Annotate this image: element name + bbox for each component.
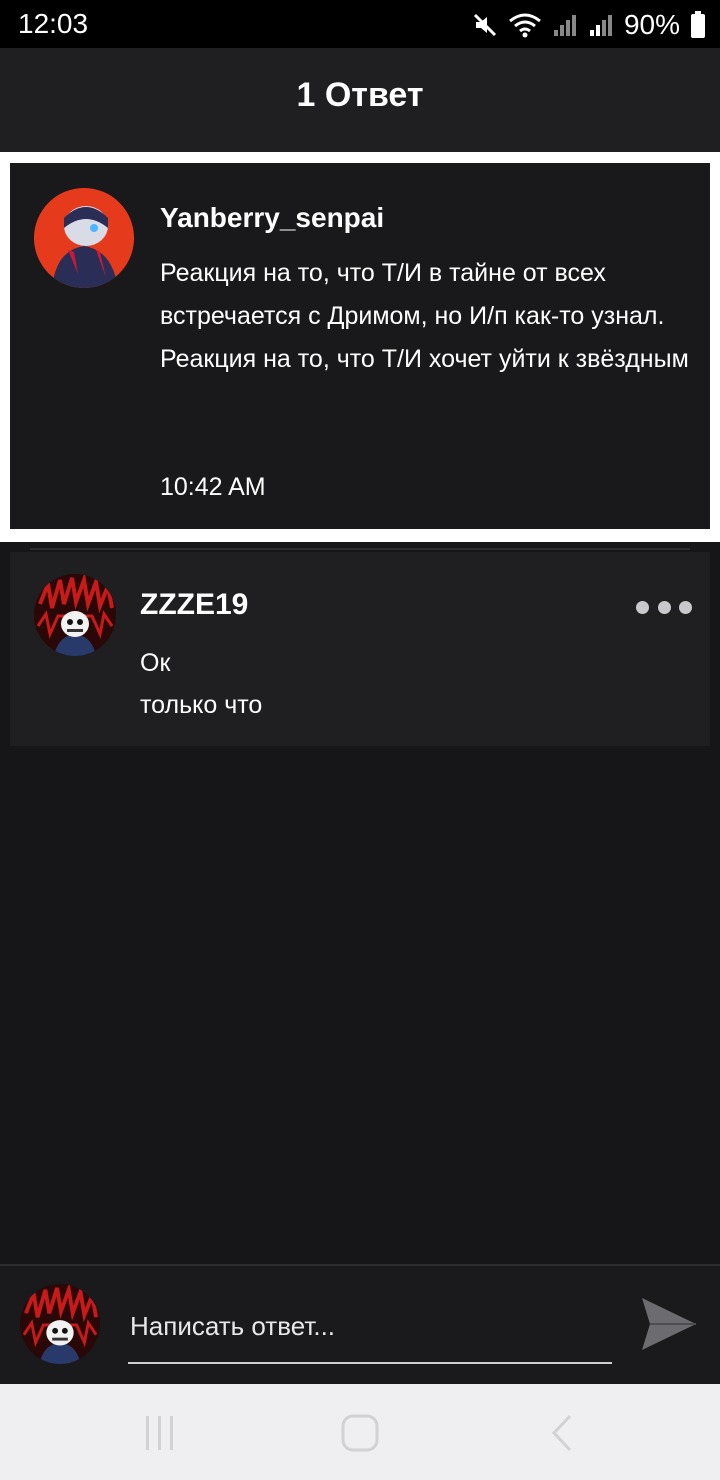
signal-icon <box>589 15 612 36</box>
reply-item <box>10 552 710 746</box>
recents-icon[interactable] <box>142 1410 178 1456</box>
post-text-content: Реакция на то, что Т/И в тайне от всех в… <box>160 259 689 373</box>
reply-input[interactable] <box>128 1300 612 1364</box>
divider <box>30 548 690 550</box>
post-timestamp: 10:42 AM <box>160 473 266 501</box>
post-author-avatar[interactable] <box>34 188 134 288</box>
page-title: 1 Ответ <box>296 76 424 114</box>
status-bar: 12:03 90% <box>0 0 720 48</box>
battery-icon <box>691 11 705 38</box>
app-header: 1 Ответ <box>0 48 720 152</box>
reply-text: Ок <box>140 649 171 677</box>
signal-icon <box>553 15 576 36</box>
more-dots-icon[interactable] <box>636 594 692 620</box>
status-icons: 90% <box>472 8 706 42</box>
send-icon[interactable] <box>640 1296 698 1352</box>
back-icon[interactable] <box>548 1410 576 1456</box>
post-text: Реакция на то, что Т/И в тайне от всех в… <box>160 252 690 381</box>
reply-timestamp: только что <box>140 691 263 719</box>
current-user-avatar <box>20 1284 100 1364</box>
post-author-name[interactable]: Yanberry_senpai <box>160 202 384 234</box>
reply-author-avatar[interactable] <box>34 574 116 656</box>
mute-icon <box>473 13 497 37</box>
more-dot <box>636 600 649 614</box>
status-time: 12:03 <box>18 8 89 39</box>
reply-author-name[interactable]: ZZZE19 <box>140 588 248 622</box>
home-icon[interactable] <box>340 1410 380 1456</box>
more-dot <box>657 600 671 614</box>
battery-percent: 90% <box>623 9 680 40</box>
wifi-icon <box>509 13 541 38</box>
more-dot <box>679 600 692 614</box>
